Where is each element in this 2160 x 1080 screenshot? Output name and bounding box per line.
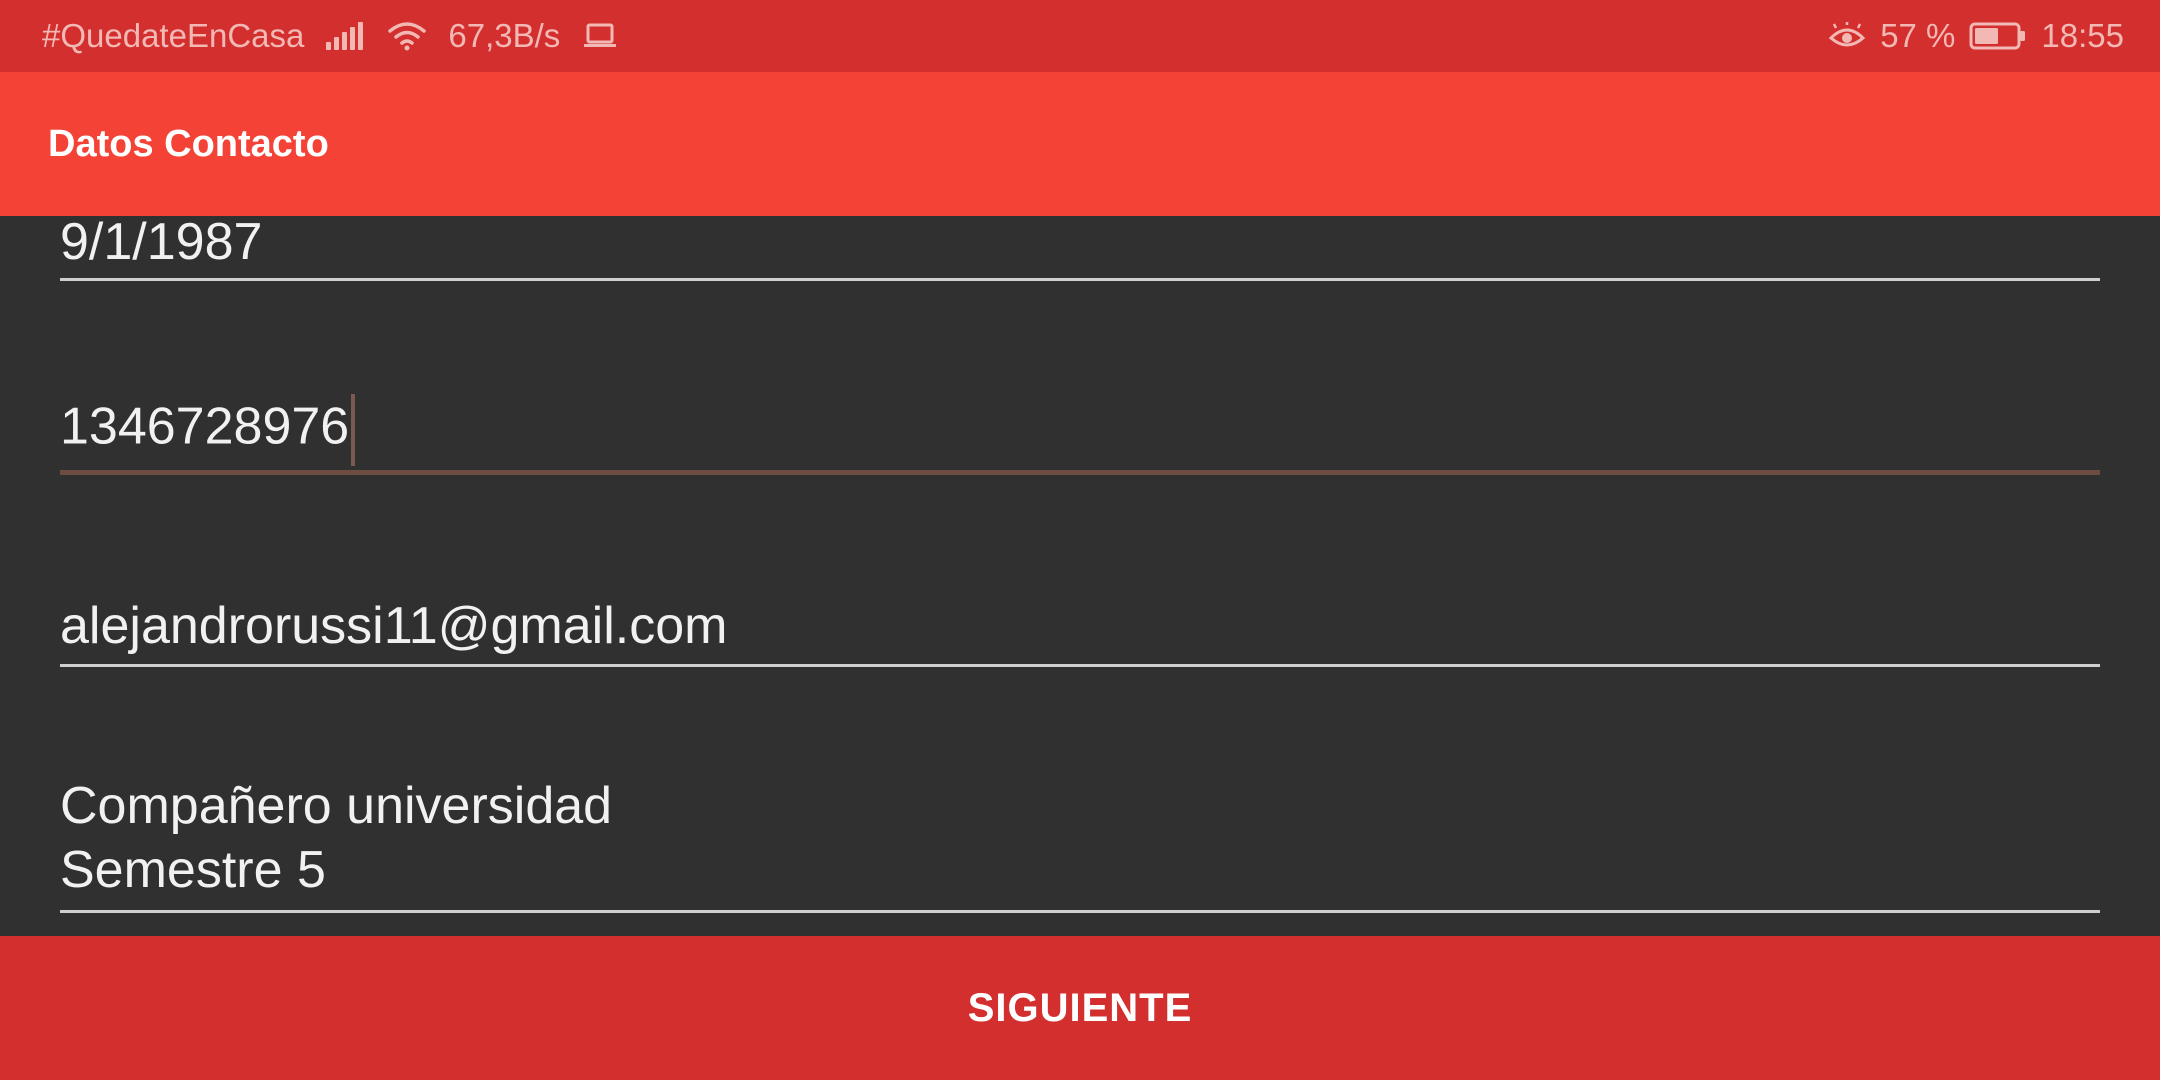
laptop-icon: [582, 22, 618, 50]
clock: 18:55: [2041, 17, 2124, 54]
text-cursor: [351, 394, 356, 466]
hashtag-text: #QuedateEnCasa: [42, 17, 305, 54]
battery-icon: [1969, 21, 2027, 51]
email-field[interactable]: alejandrorussi11@gmail.com: [60, 594, 2100, 667]
eye-icon: [1828, 22, 1866, 50]
wifi-icon: [388, 20, 427, 52]
phone-field[interactable]: 1346728976: [60, 394, 2100, 475]
phone-value: 1346728976: [60, 397, 350, 456]
app-bar: Datos Contacto: [0, 72, 2160, 216]
status-bar: #QuedateEnCasa 67,3B/s 57 % 18:55: [0, 0, 2160, 72]
email-value: alejandrorussi11@gmail.com: [60, 597, 728, 655]
next-button[interactable]: SIGUIENTE: [0, 936, 2160, 1080]
status-left: #QuedateEnCasa 67,3B/s: [42, 17, 1814, 55]
notes-value: Compañero universidad Semestre 5: [60, 777, 613, 899]
birthdate-field[interactable]: 9/1/1987: [60, 216, 2100, 281]
screen: #QuedateEnCasa 67,3B/s 57 % 18:55 Datos …: [0, 0, 2160, 1080]
form-scroll-area[interactable]: 9/1/1987 1346728976 alejandrorussi11@gma…: [0, 216, 2160, 936]
signal-icon: [326, 22, 366, 50]
birthdate-value: 9/1/1987: [60, 216, 263, 271]
network-speed: 67,3B/s: [448, 17, 561, 54]
status-right: 57 % 18:55: [1814, 17, 2124, 55]
page-title: Datos Contacto: [48, 122, 329, 165]
notes-field[interactable]: Compañero universidad Semestre 5: [60, 774, 2100, 913]
battery-percent: 57 %: [1880, 17, 1956, 54]
